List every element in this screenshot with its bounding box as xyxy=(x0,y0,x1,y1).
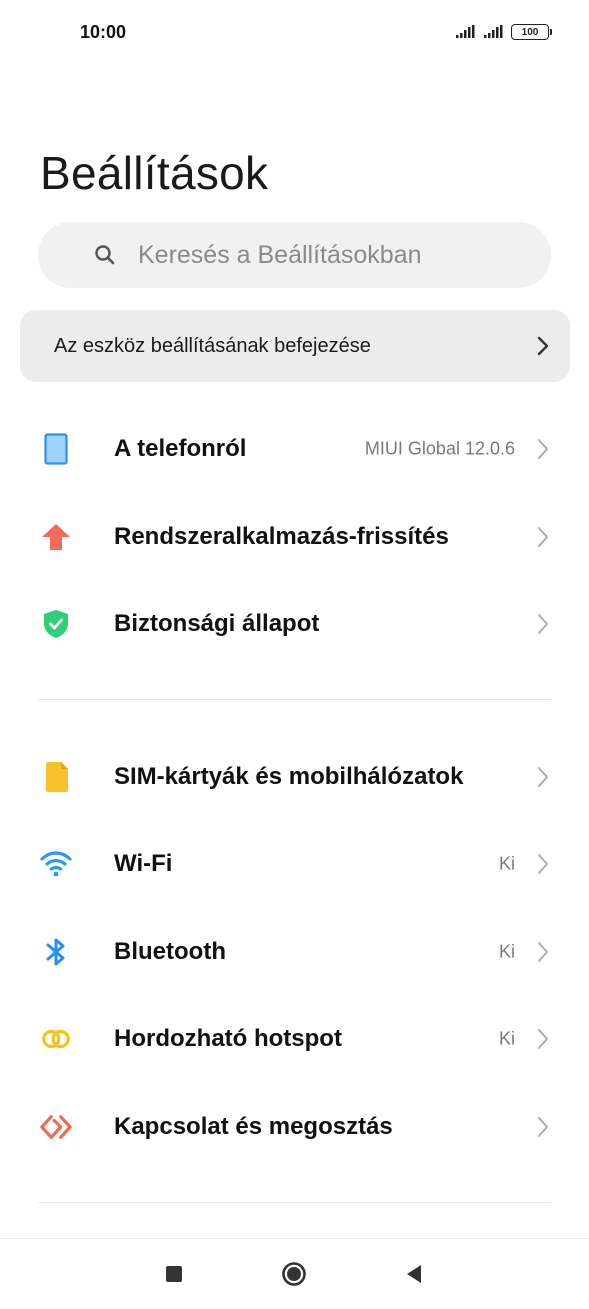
signal-icon xyxy=(456,25,475,38)
bluetooth-icon xyxy=(40,936,72,968)
sim-card-icon xyxy=(40,761,72,793)
divider xyxy=(38,699,551,700)
share-icon xyxy=(40,1111,72,1143)
wifi-icon xyxy=(40,848,72,880)
home-icon[interactable] xyxy=(281,1261,307,1287)
row-value: MIUI Global 12.0.6 xyxy=(364,438,515,459)
page-title: Beállítások xyxy=(40,147,269,199)
shield-icon xyxy=(40,608,72,640)
chevron-right-icon xyxy=(538,854,548,874)
signal-icon xyxy=(484,25,503,38)
settings-screen: 10:00 100 Beállítások Keresés a Beállítá… xyxy=(0,0,589,1309)
divider xyxy=(38,1202,551,1203)
row-value: Ki xyxy=(498,941,515,962)
row-label: Biztonsági állapot xyxy=(114,610,320,637)
row-label: SIM-kártyák és mobilhálózatok xyxy=(114,763,464,790)
hotspot-icon xyxy=(40,1023,72,1055)
row-label: Hordozható hotspot xyxy=(114,1025,342,1052)
arrow-up-icon xyxy=(40,521,72,553)
row-system-update[interactable]: Rendszeralkalmazás-frissítés xyxy=(0,493,589,581)
status-time: 10:00 xyxy=(80,22,127,42)
chevron-right-icon xyxy=(538,614,548,634)
setup-banner-label: Az eszköz beállításának befejezése xyxy=(54,335,371,357)
row-hotspot[interactable]: Hordozható hotspot Ki xyxy=(0,995,589,1083)
search-bar[interactable] xyxy=(38,222,551,288)
row-label: Wi-Fi xyxy=(114,850,173,877)
row-security-status[interactable]: Biztonsági állapot xyxy=(0,580,589,668)
setup-banner[interactable]: Az eszköz beállításának befejezése xyxy=(20,310,570,382)
navigation-bar xyxy=(0,1238,589,1309)
phone-icon xyxy=(40,433,72,465)
row-label: Rendszeralkalmazás-frissítés xyxy=(114,523,449,550)
row-value: Ki xyxy=(498,853,515,874)
chevron-right-icon xyxy=(538,767,548,787)
battery-level: 100 xyxy=(521,26,539,38)
row-about-phone[interactable]: A telefonról MIUI Global 12.0.6 xyxy=(0,405,589,493)
chevron-right-icon xyxy=(538,1029,548,1049)
search-input[interactable] xyxy=(138,222,538,288)
search-icon xyxy=(95,245,115,265)
row-bluetooth[interactable]: Bluetooth Ki xyxy=(0,908,589,996)
back-icon[interactable] xyxy=(401,1261,427,1287)
recent-apps-icon[interactable] xyxy=(161,1261,187,1287)
row-sim-cards[interactable]: SIM-kártyák és mobilhálózatok xyxy=(0,733,589,821)
chevron-right-icon xyxy=(537,336,549,356)
chevron-right-icon xyxy=(538,439,548,459)
row-connection-sharing[interactable]: Kapcsolat és megosztás xyxy=(0,1083,589,1171)
row-value: Ki xyxy=(498,1028,515,1049)
chevron-right-icon xyxy=(538,942,548,962)
battery-icon: 100 xyxy=(511,24,552,40)
row-wifi[interactable]: Wi-Fi Ki xyxy=(0,820,589,908)
chevron-right-icon xyxy=(538,1117,548,1137)
status-icons: 100 xyxy=(455,24,552,40)
row-label: A telefonról xyxy=(114,435,247,462)
status-bar: 10:00 100 xyxy=(0,0,589,68)
row-label: Bluetooth xyxy=(114,938,226,965)
chevron-right-icon xyxy=(538,527,548,547)
row-label: Kapcsolat és megosztás xyxy=(114,1113,393,1140)
